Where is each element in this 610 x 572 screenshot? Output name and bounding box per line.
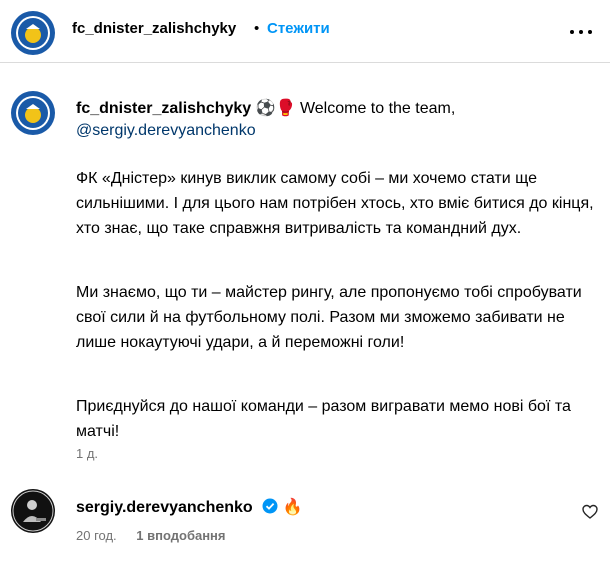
comment-likes[interactable]: 1 вподобання <box>136 528 225 543</box>
verified-badge-icon <box>262 498 278 514</box>
caption-paragraph-2: Ми знаємо, що ти – майстер рингу, але пр… <box>76 284 582 351</box>
comment-line: sergiy.derevyanchenko 🔥 <box>76 496 303 519</box>
post-header: fc_dnister_zalishchyky • Стежити <box>0 0 610 63</box>
comment-meta: 20 год. 1 вподобання <box>76 528 226 543</box>
caption-paragraph-1: ФК «Дністер» кинув виклик самому собі – … <box>76 170 594 237</box>
caption-paragraph-3: Приєднуйся до нашої команди – разом вигр… <box>76 398 571 440</box>
header-separator: • <box>254 20 260 37</box>
comment-text: 🔥 <box>282 497 303 516</box>
comment-timestamp[interactable]: 20 год. <box>76 528 117 543</box>
caption-first-line: fc_dnister_zalishchyky ⚽🥊 Welcome to the… <box>76 97 455 120</box>
header-username[interactable]: fc_dnister_zalishchyky <box>72 20 236 37</box>
heart-outline-icon[interactable] <box>582 504 598 520</box>
caption-avatar[interactable] <box>10 90 56 136</box>
more-options-icon[interactable] <box>566 22 596 42</box>
club-logo-avatar[interactable] <box>10 10 56 56</box>
caption-text-start: Welcome to the team, <box>299 100 456 117</box>
follow-button[interactable]: Стежити <box>267 20 330 37</box>
caption-timestamp[interactable]: 1 д. <box>76 446 98 461</box>
caption-username[interactable]: fc_dnister_zalishchyky <box>76 100 251 117</box>
comment-username[interactable]: sergiy.derevyanchenko <box>76 499 253 516</box>
mention-link[interactable]: @sergiy.derevyanchenko <box>76 120 256 142</box>
caption-emojis: ⚽🥊 <box>255 98 296 117</box>
commenter-avatar[interactable] <box>10 488 56 534</box>
